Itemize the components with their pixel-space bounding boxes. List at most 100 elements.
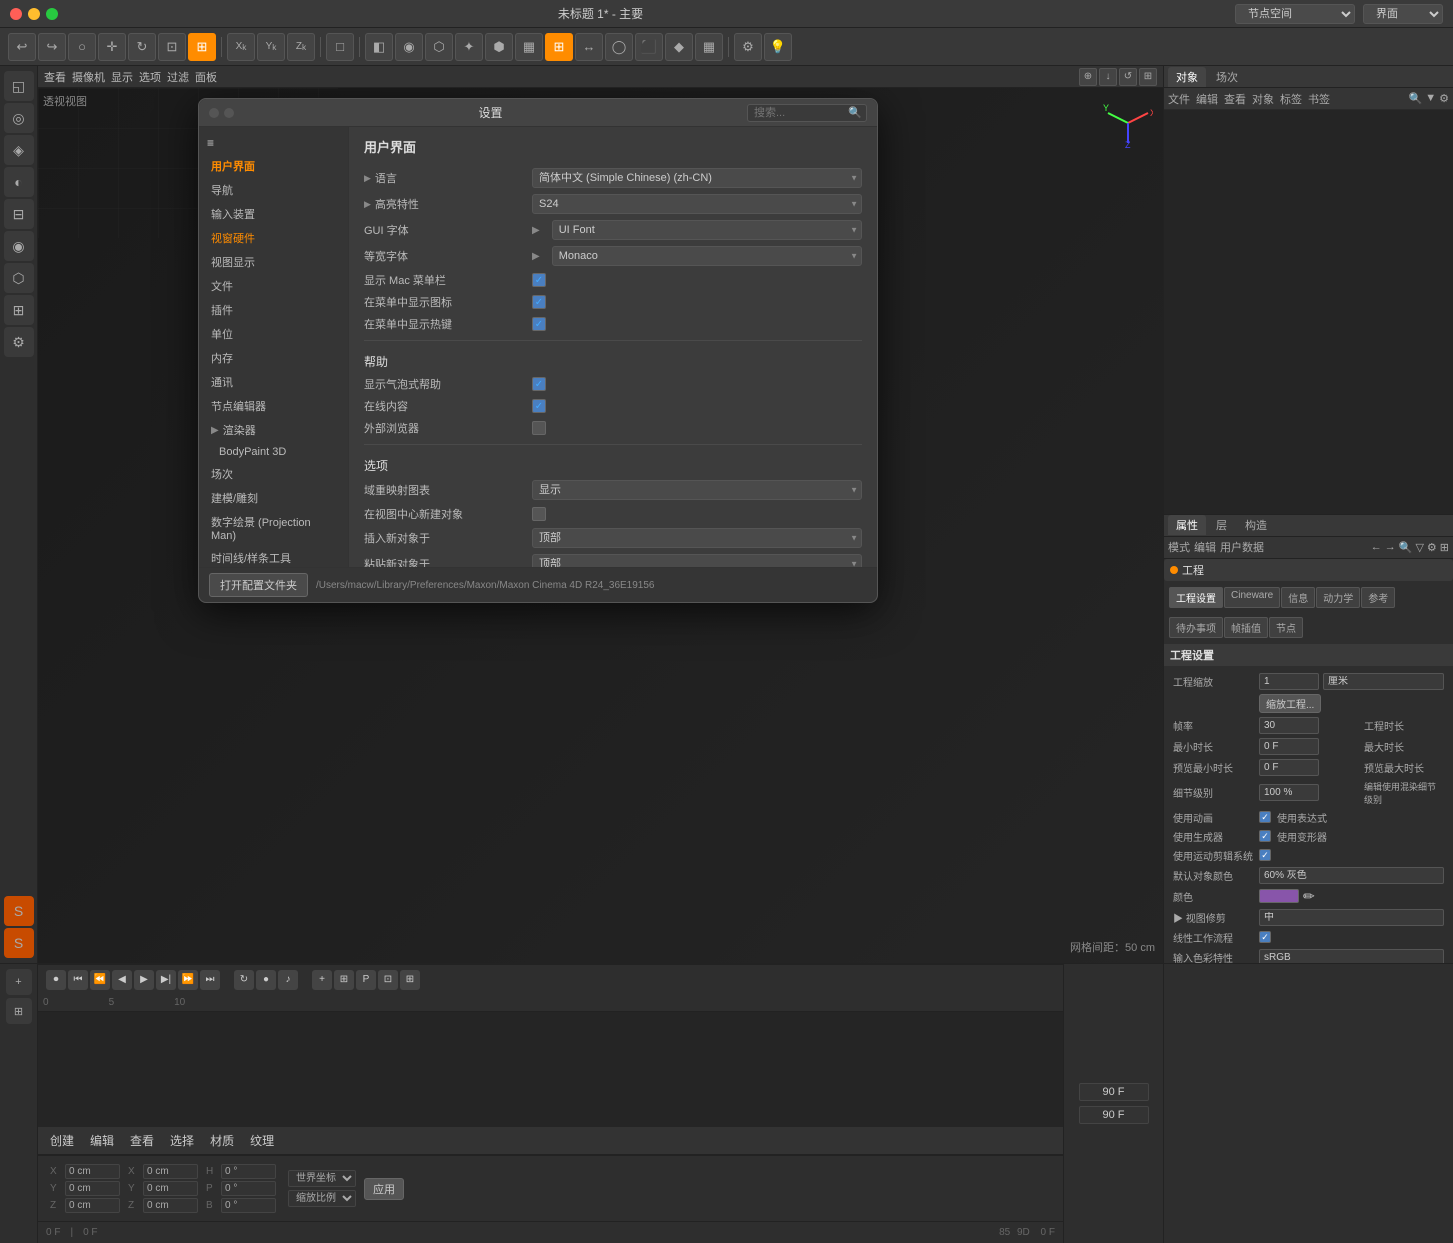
tab-layer[interactable]: 层 [1208,515,1235,535]
filter-icon-rp[interactable]: ▼ [1425,92,1436,105]
rect-select-button[interactable]: □ [326,33,354,61]
btm-tab-material[interactable]: 材质 [204,1130,240,1151]
project-tab-todo[interactable]: 待办事项 [1169,617,1223,638]
lang-select[interactable]: 简体中文 (Simple Chinese) (zh-CN) [532,168,862,188]
left-icon-motion[interactable]: ◐ [4,167,34,197]
view-icon-2[interactable]: ↓ [1099,68,1117,86]
browser-checkbox[interactable] [532,421,546,435]
settings-item-node-editor[interactable]: 节点编辑器 [199,394,348,418]
prop-menu-mode[interactable]: 模式 [1168,539,1190,555]
loop-btn[interactable]: ↻ [234,970,254,990]
settings-item-takes[interactable]: 场次 [199,462,348,486]
bottom-left-icon-1[interactable]: + [6,969,32,995]
arrow-h-button[interactable]: ↔ [575,33,603,61]
project-tab-ref[interactable]: 参考 [1361,587,1395,608]
search-icon-rp[interactable]: 🔍 [1409,92,1423,105]
left-icon-s2[interactable]: S [4,928,34,958]
project-tab-info[interactable]: 信息 [1281,587,1315,608]
left-icon-sketch[interactable]: S [4,896,34,926]
left-icon-hair[interactable]: ⊟ [4,199,34,229]
z-axis-button[interactable]: Zk [287,33,315,61]
timeline-btn5[interactable]: ⊞ [400,970,420,990]
left-icon-sculpt[interactable]: ◈ [4,135,34,165]
settings-item-plugin[interactable]: 插件 [199,298,348,322]
interface-dropdown[interactable]: 界面 [1363,4,1443,24]
left-icon-render[interactable]: ◉ [4,231,34,261]
sqr-button[interactable]: ⬛ [635,33,663,61]
redo-button[interactable]: ↪ [38,33,66,61]
settings-item-timeline[interactable]: 时间线/样条工具 [199,546,348,567]
settings-item-modeling[interactable]: 建模/雕刻 [199,486,348,510]
use-gen-checkbox[interactable]: ✓ [1259,830,1271,842]
rotate-button[interactable]: ↻ [128,33,156,61]
timeline-btn2[interactable]: ⊞ [334,970,354,990]
settings-item-input[interactable]: 输入装置 [199,202,348,226]
coord-h-input[interactable] [221,1164,276,1179]
play-next-frame-btn[interactable]: ▶| [156,970,176,990]
play-next-btn[interactable]: ⏩ [178,970,198,990]
prop-settings-icon[interactable]: ⚙ [1427,541,1437,554]
tooltips-checkbox[interactable]: ✓ [532,377,546,391]
color-swatch[interactable] [1259,889,1299,903]
frame-end2-input[interactable] [1079,1106,1149,1124]
btm-tab-texture[interactable]: 纹理 [244,1130,280,1151]
coord-y-input[interactable] [65,1181,120,1196]
frame-end-input[interactable] [1079,1083,1149,1101]
prop-search-icon[interactable]: 🔍 [1399,541,1413,554]
rp-menu-tag[interactable]: 标签 [1280,91,1302,107]
settings-button[interactable]: ⚙ [734,33,762,61]
settings-item-viewport[interactable]: 视窗硬件 [199,226,348,250]
use-anim-checkbox[interactable]: ✓ [1259,811,1271,823]
maximize-button[interactable] [46,8,58,20]
sphere-button[interactable]: ◉ [395,33,423,61]
settings-icon-rp[interactable]: ⚙ [1439,92,1449,105]
open-scale-button[interactable]: 缩放工程... [1259,694,1321,713]
btm-tab-view[interactable]: 查看 [124,1130,160,1151]
prop-scale-unit-select[interactable]: 厘米 [1323,673,1444,690]
view-icon-3[interactable]: ↺ [1119,68,1137,86]
settings-item-unit[interactable]: 单位 [199,322,348,346]
close-button[interactable] [10,8,22,20]
transform-button[interactable]: ⊞ [188,33,216,61]
play-btn[interactable]: ▶ [134,970,154,990]
coord-y2-input[interactable] [143,1181,198,1196]
geo-button[interactable]: ⬡ [425,33,453,61]
coord-b-input[interactable] [221,1198,276,1213]
tab-takes[interactable]: 场次 [1208,67,1246,87]
camera-button[interactable]: ⊞ [545,33,573,61]
project-tab-frame-interp[interactable]: 帧插值 [1224,617,1268,638]
coord-apply-button[interactable]: 应用 [364,1178,404,1200]
dialog-close[interactable] [209,108,219,118]
prop-detail-input[interactable] [1259,784,1319,801]
left-icon-model[interactable]: ◱ [4,71,34,101]
project-tab-node[interactable]: 节点 [1269,617,1303,638]
paste-new-select[interactable]: 顶部 [532,554,862,567]
view-clipping-select[interactable]: 中 [1259,909,1444,926]
prop-previewmin-input[interactable] [1259,759,1319,776]
view-menu-display[interactable]: 显示 [111,69,133,85]
prop-menu-edit[interactable]: 编辑 [1194,539,1216,555]
online-checkbox[interactable]: ✓ [532,399,546,413]
rp-menu-file[interactable]: 文件 [1168,91,1190,107]
coord-scale-select[interactable]: 缩放比例 [288,1190,356,1207]
prop-scale-input[interactable] [1259,673,1319,690]
btm-tab-edit[interactable]: 编辑 [84,1130,120,1151]
color-picker-icon[interactable]: ✏ [1303,888,1315,905]
rp-menu-bookmark[interactable]: 书签 [1308,91,1330,107]
live-select-button[interactable]: ○ [68,33,96,61]
gui-font-select[interactable]: UI Font [552,220,862,240]
use-motion-checkbox[interactable]: ✓ [1259,849,1271,861]
view-icon-1[interactable]: ⊕ [1079,68,1097,86]
btm-tab-create[interactable]: 创建 [44,1130,80,1151]
new-obj-center-checkbox[interactable] [532,507,546,521]
project-tab-settings[interactable]: 工程设置 [1169,587,1223,608]
settings-item-ui[interactable]: 用户界面 [199,154,348,178]
play-prev-btn[interactable]: ⏪ [90,970,110,990]
light-bulb-button[interactable]: 💡 [764,33,792,61]
settings-item-nav[interactable]: 导航 [199,178,348,202]
record-btn2[interactable]: ● [256,970,276,990]
dialog-min[interactable] [224,108,234,118]
left-icon-tools[interactable]: ⚙ [4,327,34,357]
tab-object[interactable]: 对象 [1168,67,1206,87]
scale-button[interactable]: ⊡ [158,33,186,61]
